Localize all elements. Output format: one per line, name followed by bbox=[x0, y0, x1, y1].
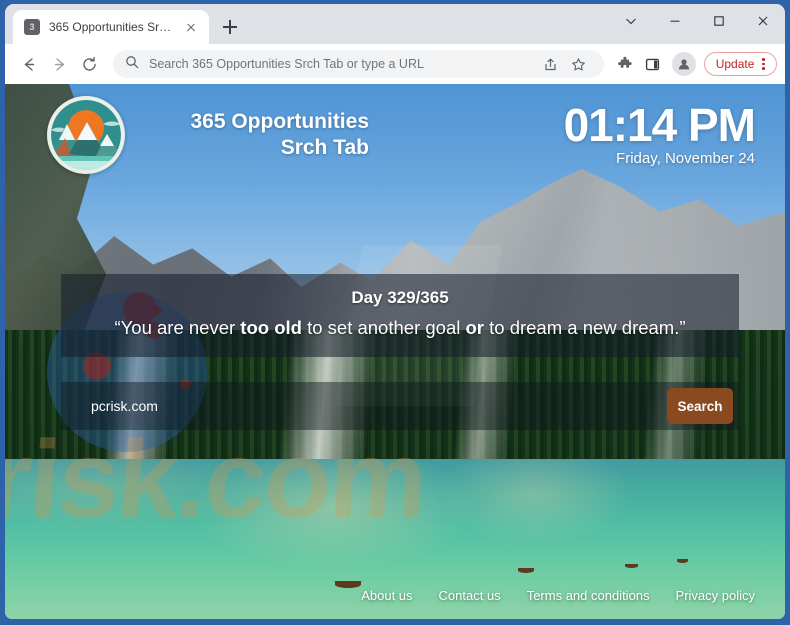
boat bbox=[677, 559, 688, 563]
footer-link-privacy[interactable]: Privacy policy bbox=[676, 588, 755, 603]
omnibox-actions bbox=[538, 51, 592, 77]
boat bbox=[335, 581, 361, 588]
back-icon[interactable] bbox=[15, 50, 43, 78]
clock-widget: 01:14 PM Friday, November 24 bbox=[563, 99, 756, 167]
reload-icon[interactable] bbox=[75, 50, 103, 78]
update-button-label: Update bbox=[715, 57, 755, 71]
address-bar-text: Search 365 Opportunities Srch Tab or typ… bbox=[149, 57, 424, 71]
avatar[interactable] bbox=[671, 52, 696, 76]
brand: 365 Opportunities Srch Tab bbox=[47, 96, 369, 174]
side-panel-icon[interactable] bbox=[640, 51, 666, 77]
extension-favicon: 3 bbox=[24, 19, 40, 35]
footer-links: About us Contact us Terms and conditions… bbox=[361, 588, 755, 603]
star-icon[interactable] bbox=[566, 51, 592, 77]
clock-time: 01:14 PM bbox=[563, 99, 756, 151]
update-button[interactable]: Update bbox=[703, 52, 777, 76]
forward-icon[interactable] bbox=[45, 50, 73, 78]
window-controls bbox=[609, 4, 785, 38]
close-window-icon[interactable] bbox=[741, 4, 785, 38]
search-bar: Search bbox=[61, 382, 739, 430]
minimize-icon[interactable] bbox=[653, 4, 697, 38]
new-tab-page: risk.com 365 Opportunities Srch Tab 01:1… bbox=[5, 84, 785, 619]
puzzle-icon[interactable] bbox=[612, 51, 638, 77]
mountain-lake-logo bbox=[47, 96, 125, 174]
search-input[interactable] bbox=[91, 398, 667, 414]
footer-link-terms[interactable]: Terms and conditions bbox=[527, 588, 650, 603]
search-icon bbox=[125, 55, 139, 74]
browser-chrome: 3 365 Opportunities Srch Tab bbox=[5, 4, 785, 619]
footer-link-about-us[interactable]: About us bbox=[361, 588, 412, 603]
quote-text: “You are never too old to set another go… bbox=[114, 317, 686, 338]
tab-search-chevron-down-icon[interactable] bbox=[609, 4, 653, 38]
quote-panel: Day 329/365 “You are never too old to se… bbox=[61, 274, 739, 358]
tab-title: 365 Opportunities Srch Tab bbox=[49, 20, 173, 34]
boat bbox=[625, 564, 638, 568]
kebab-menu-icon[interactable] bbox=[759, 58, 768, 70]
search-button[interactable]: Search bbox=[667, 388, 733, 424]
maximize-icon[interactable] bbox=[697, 4, 741, 38]
browser-tab[interactable]: 3 365 Opportunities Srch Tab bbox=[13, 10, 209, 44]
browser-window: 3 365 Opportunities Srch Tab bbox=[0, 0, 790, 625]
close-tab-icon[interactable] bbox=[182, 18, 200, 36]
tab-strip: 3 365 Opportunities Srch Tab bbox=[5, 4, 785, 44]
new-tab-button[interactable] bbox=[216, 13, 244, 41]
day-counter: Day 329/365 bbox=[351, 288, 449, 307]
boat bbox=[518, 568, 534, 573]
footer-link-contact-us[interactable]: Contact us bbox=[439, 588, 501, 603]
clock-date: Friday, November 24 bbox=[616, 150, 755, 167]
address-bar[interactable]: Search 365 Opportunities Srch Tab or typ… bbox=[113, 50, 604, 78]
browser-toolbar: Search 365 Opportunities Srch Tab or typ… bbox=[5, 44, 785, 84]
page-title: 365 Opportunities Srch Tab bbox=[190, 109, 369, 159]
share-icon[interactable] bbox=[538, 51, 564, 77]
watermark-text: risk.com bbox=[5, 417, 431, 541]
